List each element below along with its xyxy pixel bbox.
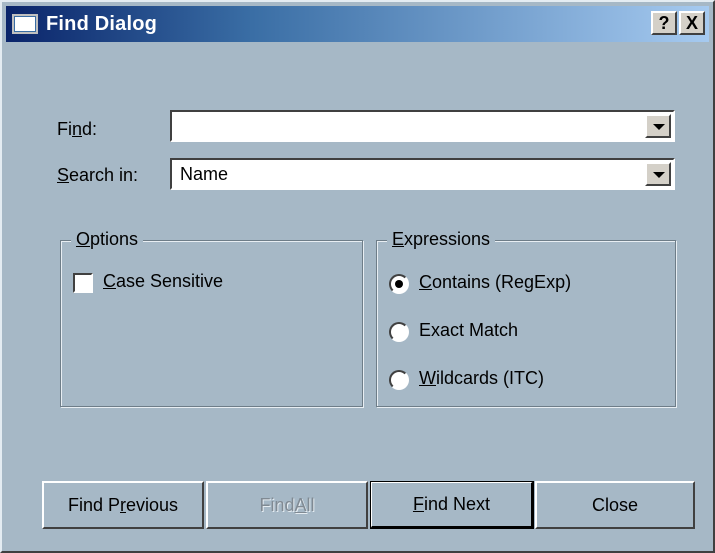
case-sensitive-label[interactable]: Case Sensitive	[103, 271, 223, 292]
find-label: Find:	[57, 119, 98, 139]
close-icon: X	[685, 12, 698, 33]
search-in-dropdown-arrow-icon[interactable]	[645, 162, 671, 186]
wildcards-itc-label[interactable]: Wildcards (ITC)	[419, 368, 544, 389]
expressions-group-title: Expressions	[387, 229, 496, 250]
search-in-label: Search in:	[57, 165, 139, 185]
options-group: Options Case Sensitive	[60, 229, 363, 407]
close-button[interactable]: Close	[535, 481, 695, 529]
find-previous-button[interactable]: Find Pr evious	[42, 481, 204, 529]
help-button[interactable]: ?	[651, 11, 677, 35]
expressions-group: Expressions Contains (RegExp) Exact Matc…	[376, 229, 676, 407]
contains-regexp-label[interactable]: Contains (RegExp)	[419, 272, 571, 293]
wildcards-itc-radio[interactable]	[389, 370, 409, 390]
contains-regexp-radio[interactable]	[389, 274, 409, 294]
search-in-value: Name	[180, 164, 229, 184]
close-window-button[interactable]: X	[679, 11, 705, 35]
find-combobox[interactable]	[170, 110, 675, 142]
search-in-combobox[interactable]: Name	[170, 158, 675, 190]
help-icon: ?	[658, 12, 670, 33]
exact-match-radio[interactable]	[389, 322, 409, 342]
find-next-button[interactable]: Find Next	[370, 481, 534, 529]
find-dialog-window: Find Dialog ? X Find: Search in: Name Op…	[0, 0, 715, 553]
exact-match-label[interactable]: Exact Match	[419, 320, 518, 341]
options-group-title: Options	[71, 229, 144, 250]
title-bar[interactable]: Find Dialog ? X	[6, 6, 709, 42]
window-icon	[12, 14, 38, 34]
find-dropdown-arrow-icon[interactable]	[645, 114, 671, 138]
case-sensitive-checkbox[interactable]	[73, 273, 93, 293]
find-all-button[interactable]: Find All	[206, 481, 368, 529]
window-title: Find Dialog	[46, 12, 158, 35]
